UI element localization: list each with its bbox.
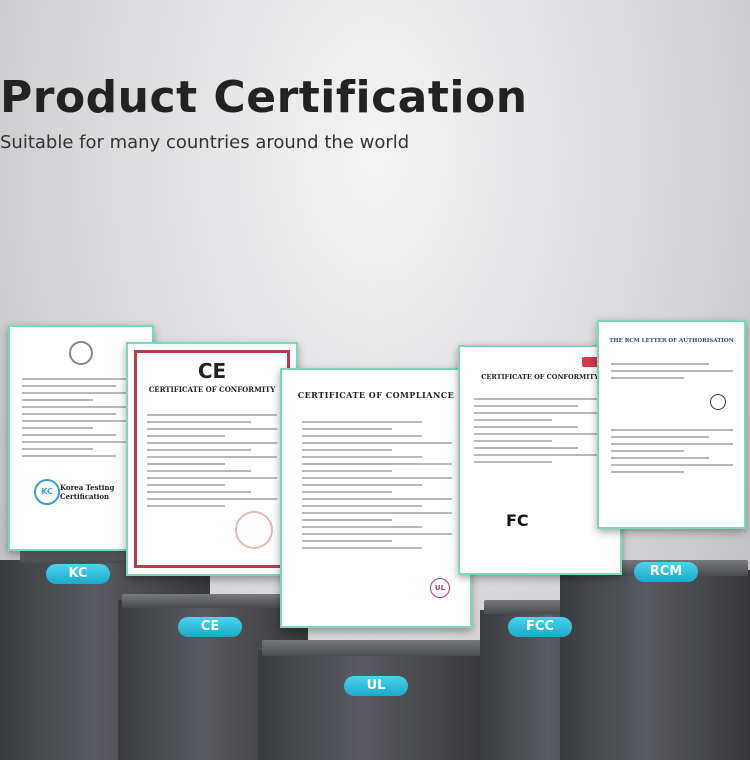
ul-heading: CERTIFICATE OF COMPLIANCE (297, 390, 455, 400)
fcc-mark-icon: FC (506, 511, 529, 530)
page-subtitle: Suitable for many countries around the w… (0, 132, 410, 153)
ce-heading: CERTIFICATE OF CONFORMITY (148, 385, 276, 394)
ul-label: UL (344, 676, 408, 696)
podium-ce-top (122, 594, 304, 608)
ce-certificate: CE CERTIFICATE OF CONFORMITY (126, 342, 298, 576)
rcm-mark-icon (710, 394, 726, 410)
page-title: Product Certification (0, 72, 528, 123)
fcc-label: FCC (508, 617, 572, 637)
kc-stamp-icon: KC (34, 479, 60, 505)
podium-center-top (262, 640, 484, 656)
kc-logo-icon (69, 341, 93, 365)
podium-right (560, 570, 750, 760)
rcm-heading: THE RCM LETTER OF AUTHORISATION (609, 338, 734, 344)
ce-seal-icon (235, 511, 273, 549)
ul-mark-icon: UL (430, 578, 450, 598)
podium-center (258, 650, 488, 760)
ul-certificate: CERTIFICATE OF COMPLIANCE UL (280, 368, 472, 628)
kc-label: KC (46, 564, 110, 584)
ce-label: CE (178, 617, 242, 637)
rcm-certificate: THE RCM LETTER OF AUTHORISATION (597, 320, 746, 529)
rcm-label: RCM (634, 562, 698, 582)
fcc-heading: CERTIFICATE OF CONFORMITY (481, 373, 599, 381)
ce-mark-icon: CE (197, 359, 227, 383)
